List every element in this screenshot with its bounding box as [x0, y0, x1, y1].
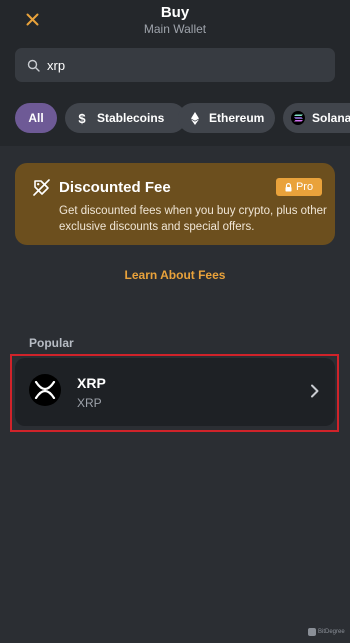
pro-label: Pro	[295, 181, 314, 193]
filter-label: Solana	[312, 111, 350, 125]
search-icon	[27, 58, 41, 72]
promo-description: Get discounted fees when you buy crypto,…	[59, 205, 327, 233]
watermark-logo-icon	[308, 628, 316, 636]
filter-label: Stablecoins	[97, 111, 165, 125]
filter-all[interactable]: All	[15, 103, 57, 133]
promo-title: Discounted Fee	[59, 179, 171, 196]
solana-icon	[291, 111, 305, 125]
filter-solana[interactable]: Solana	[283, 103, 350, 133]
filter-ethereum[interactable]: Ethereum	[178, 103, 275, 133]
filter-label: All	[28, 111, 44, 125]
pro-badge: Pro	[276, 178, 322, 196]
filter-label: Ethereum	[209, 111, 265, 125]
discount-tag-icon	[33, 179, 50, 196]
discounted-fee-card: Discounted Fee Pro Get discounted fees w…	[15, 163, 335, 245]
search-input[interactable]	[47, 57, 327, 73]
wallet-name: Main Wallet	[143, 22, 207, 36]
search-bar[interactable]	[15, 48, 335, 82]
ethereum-icon	[190, 111, 200, 125]
lock-icon	[285, 182, 292, 192]
popular-section-label: Popular	[29, 336, 74, 350]
page-title: Buy	[160, 4, 190, 21]
highlight-box	[10, 354, 339, 432]
watermark: BitDegree	[308, 628, 345, 636]
filter-chips: All $ Stablecoins Ethereum Solana	[15, 103, 350, 133]
watermark-text: BitDegree	[318, 629, 345, 635]
learn-about-fees-link[interactable]: Learn About Fees	[0, 268, 350, 282]
header-area: Buy Main Wallet All $ Stablecoins Eth	[0, 0, 350, 146]
dollar-icon: $	[78, 110, 86, 126]
filter-stablecoins[interactable]: $ Stablecoins	[65, 103, 186, 133]
